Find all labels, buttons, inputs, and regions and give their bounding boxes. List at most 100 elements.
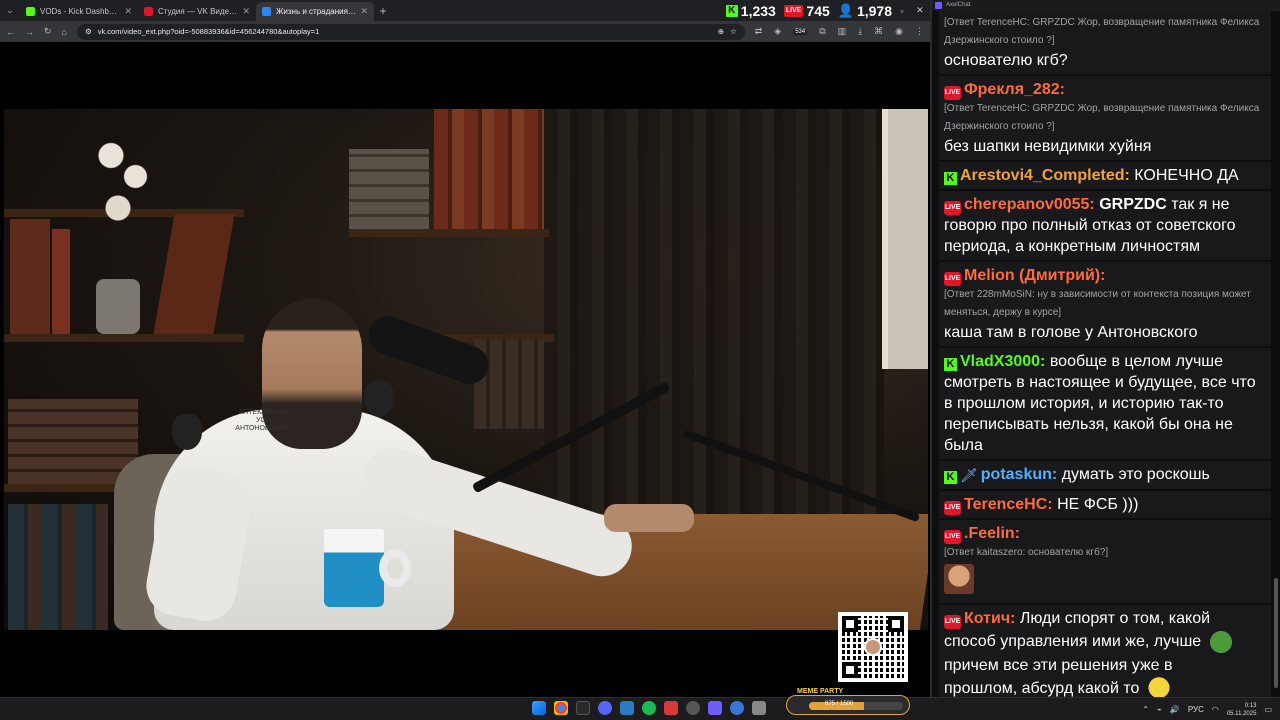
reply-quote: [Ответ kaitaszero: основателю кгб?] <box>944 547 1109 558</box>
username: Melion (Дмитрий): <box>964 267 1106 284</box>
guest-hand <box>604 504 694 532</box>
qr-finder <box>842 616 858 632</box>
tab-kick-dashboard[interactable]: VODs - Kick Dashboard ✕ <box>20 2 138 21</box>
app-icon[interactable] <box>664 701 678 715</box>
mention: GRPZDC <box>1099 196 1167 213</box>
telegram-icon[interactable] <box>730 701 744 715</box>
steam-icon[interactable] <box>620 701 634 715</box>
tab-search-icon[interactable]: ⌘ <box>874 26 883 37</box>
extension-icons: ⇄ ◈ 534 ⧉ ▥ ⤓ ⌘ ◉ ⋮ <box>755 26 924 37</box>
book-stack <box>8 399 138 484</box>
back-icon[interactable]: ← <box>6 27 15 37</box>
meme-party-title: MEME PARTY <box>797 688 844 695</box>
username: Котич: <box>964 610 1016 627</box>
discord-icon[interactable] <box>598 701 612 715</box>
site-info-icon[interactable]: ⚙ <box>85 27 92 36</box>
vk-live-icon: LIVE <box>944 86 961 100</box>
window-frame <box>882 109 928 369</box>
tab-bar: ⌄ VODs - Kick Dashboard ✕ Студия — VK Ви… <box>0 0 930 21</box>
sidebar-icon[interactable]: ▥ <box>838 26 847 37</box>
tab-search-icon[interactable]: ⌄ <box>0 0 20 21</box>
spotify-icon[interactable] <box>642 701 656 715</box>
taskbar: ⌃ ⌁ 🔊 РУС ◠ 0:13 05.11.2025 ▭ <box>0 697 1280 720</box>
browser-toolbar: ← → ↻ ⌂ ⚙ vk.com/video_ext.php?oid=-5088… <box>0 21 930 42</box>
download-icon[interactable]: ⤓ <box>858 26 862 37</box>
close-window-icon[interactable]: ✕ <box>916 5 924 16</box>
translate-icon[interactable]: ⇄ <box>755 26 763 37</box>
close-icon[interactable]: ✕ <box>242 6 250 17</box>
book <box>52 229 70 334</box>
kick-icon: K <box>944 172 957 185</box>
emote-image <box>944 564 974 594</box>
message-body: КОНЕЧНО ДА <box>1134 167 1239 184</box>
chat-message: LIVE .Feelin: [Ответ kaitaszero: основате… <box>939 520 1271 603</box>
kick-viewer-count: K 1,233 <box>725 3 776 19</box>
notifications-icon[interactable]: ▭ <box>1264 705 1272 714</box>
chat-message: K Arestovi4_Completed: КОНЕЧНО ДА <box>939 162 1271 189</box>
puzzle-icon[interactable]: ⧉ <box>819 26 825 37</box>
chevron-up-icon[interactable]: ⌃ <box>1142 705 1149 714</box>
eagle-emblem-icon <box>172 414 202 450</box>
username: Фрекля_282: <box>964 81 1065 98</box>
close-icon[interactable]: ✕ <box>360 6 368 17</box>
book-row <box>434 109 544 229</box>
chat-message: LIVE Котич: Люди спорят о том, какой спос… <box>939 605 1271 697</box>
app-icon[interactable] <box>752 701 766 715</box>
volume-icon[interactable]: 🔊 <box>1170 705 1180 714</box>
message-body: без шапки невидимки хуйня <box>944 138 1152 155</box>
message-line: прошлом, абсурд какой то <box>944 680 1140 697</box>
total-count-value: 1,978 <box>856 2 892 19</box>
meme-progress-text: 875 / 1500 <box>825 701 854 707</box>
tab-vk-video[interactable]: Жизнь и страдания Роман ✕ <box>256 2 374 21</box>
video-player[interactable]: АПТЕКАРСКИЕ УСЫ АНТОНОВСКОГО <box>4 109 928 630</box>
network-icon[interactable]: ⌁ <box>1157 705 1162 714</box>
qr-finder <box>842 662 858 678</box>
obs-icon[interactable] <box>686 701 700 715</box>
windows-start-icon[interactable] <box>532 701 546 715</box>
vk-live-icon: LIVE <box>944 615 961 629</box>
explorer-icon[interactable] <box>576 701 590 715</box>
home-icon[interactable]: ⌂ <box>62 27 67 37</box>
kick-favicon-icon <box>26 7 35 16</box>
extension-icon[interactable]: ◈ <box>774 26 781 37</box>
chrome-icon[interactable] <box>554 701 568 715</box>
language-indicator[interactable]: РУС <box>1188 705 1204 714</box>
zoom-icon[interactable]: ⊕ <box>718 27 724 36</box>
chat-message: K 🗡 potaskun: думать это роскошь <box>939 461 1271 489</box>
close-icon[interactable]: ✕ <box>124 6 132 17</box>
reply-quote: [Ответ TerenceHC: GRPZDC Жор, возвращени… <box>944 17 1260 46</box>
message-body: каша там в голове у Антоновского <box>944 324 1198 341</box>
kick-icon: K <box>725 4 738 17</box>
tab-title: Жизнь и страдания Роман <box>276 7 356 16</box>
eagle-emblem-icon <box>364 381 394 417</box>
clock[interactable]: 0:13 05.11.2025 <box>1227 702 1257 718</box>
forward-icon[interactable]: → <box>25 27 34 37</box>
profile-icon[interactable]: ◉ <box>895 26 903 37</box>
username: VladX3000: <box>960 353 1046 370</box>
minimize-icon[interactable]: ▫ <box>900 6 903 16</box>
vk-live-icon: LIVE <box>783 4 804 17</box>
address-bar[interactable]: ⚙ vk.com/video_ext.php?oid=-50883936&id=… <box>76 23 745 40</box>
sword-badge-icon: 🗡 <box>960 467 978 483</box>
reply-quote: [Ответ 228mMoSiN: ну в зависимости от ко… <box>944 289 1251 318</box>
book-row <box>8 504 108 630</box>
menu-icon[interactable]: ⋮ <box>915 26 924 37</box>
vk-favicon-icon <box>262 7 271 16</box>
desktop: ⌄ VODs - Kick Dashboard ✕ Студия — VK Ви… <box>0 0 1280 720</box>
chat-scrollbar[interactable] <box>1274 578 1278 688</box>
vk-viewer-count: LIVE 745 <box>783 3 830 19</box>
meme-progress-bar <box>809 702 903 710</box>
reply-quote: [Ответ TerenceHC: GRPZDC Жор, возвращени… <box>944 103 1260 132</box>
bookshelf <box>349 229 549 237</box>
qr-code <box>838 612 908 682</box>
reload-icon[interactable]: ↻ <box>44 26 52 37</box>
book <box>10 219 50 334</box>
wifi-icon[interactable]: ◠ <box>1212 705 1219 714</box>
app-icon[interactable] <box>708 701 722 715</box>
tab-vk-studio[interactable]: Студия — VK Видео Live ✕ <box>138 2 256 21</box>
person-icon: 👤 <box>837 2 854 18</box>
vk-live-icon: LIVE <box>944 501 961 515</box>
new-tab-button[interactable]: + <box>374 4 392 18</box>
bookmark-star-icon[interactable]: ☆ <box>730 27 737 36</box>
chat-message: LIVE cherepanov0055: GRPZDC так я не гово… <box>939 191 1271 260</box>
